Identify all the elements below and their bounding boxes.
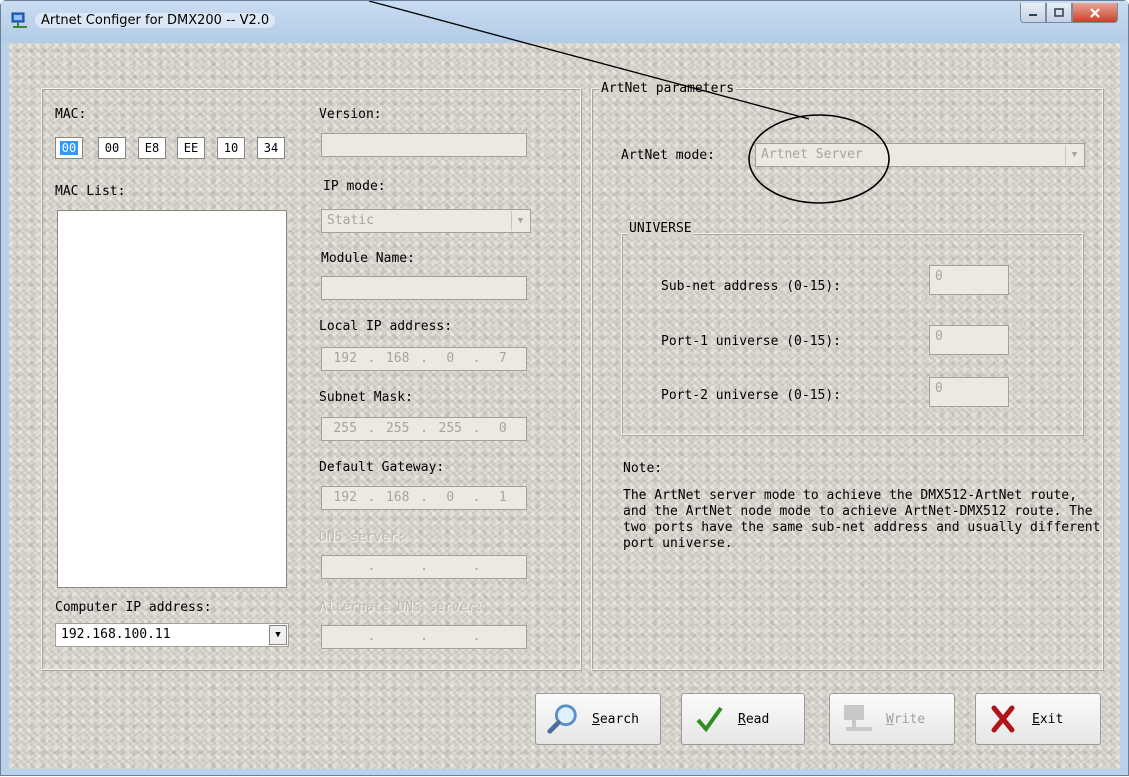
port2-universe-label: Port-2 universe (0-15): <box>661 388 842 403</box>
module-name-label: Module Name: <box>321 251 415 266</box>
mac-octet-3[interactable]: E8 <box>138 137 166 159</box>
read-label: Read <box>738 711 770 727</box>
default-gateway-label: Default Gateway: <box>319 460 445 475</box>
mac-octet-4[interactable]: EE <box>177 137 205 159</box>
computer-ip-label: Computer IP address: <box>55 600 212 615</box>
computer-ip-select[interactable]: 192.168.100.11 ▼ <box>55 623 289 647</box>
close-icon <box>1090 7 1100 18</box>
magnifier-icon <box>546 702 580 736</box>
ip-octet: 0 <box>446 351 455 366</box>
ip-octet: 0 <box>446 490 455 505</box>
maximize-icon <box>1054 7 1064 17</box>
version-label: Version: <box>319 107 382 122</box>
search-label: Search <box>592 711 639 727</box>
note-text: The ArtNet server mode to achieve the DM… <box>623 488 1101 551</box>
ip-octet: 255 <box>333 421 357 436</box>
ip-octet: 168 <box>385 490 410 505</box>
mac-label: MAC: <box>55 107 87 122</box>
mac-list[interactable] <box>57 210 287 588</box>
ip-octet: 7 <box>498 351 507 366</box>
minimize-button[interactable] <box>1020 3 1046 23</box>
mac-octet-1-text: 00 <box>59 141 79 155</box>
write-button[interactable]: Write <box>829 693 955 745</box>
mac-octet-6[interactable]: 34 <box>257 137 285 159</box>
ip-octet: 192 <box>333 351 357 366</box>
exit-label: Exit <box>1032 711 1064 727</box>
minimize-icon <box>1029 13 1037 16</box>
ip-octet: 0 <box>498 421 507 436</box>
window-title: Artnet Configer for DMX200 -- V2.0 <box>35 13 276 28</box>
subnet-address-field[interactable]: 0 <box>929 265 1009 295</box>
default-gateway-field: 192. 168. 0. 1 <box>321 486 527 510</box>
artnet-mode-select[interactable]: Artnet Server ▼ <box>755 143 1085 167</box>
computer-ip-value: 192.168.100.11 <box>61 627 171 642</box>
ip-mode-select[interactable]: Static ▼ <box>321 209 531 233</box>
mac-octet-5[interactable]: 10 <box>217 137 245 159</box>
artnet-mode-value: Artnet Server <box>761 147 863 162</box>
mac-octet-1[interactable]: 00 <box>55 137 83 159</box>
port1-universe-label: Port-1 universe (0-15): <box>661 334 842 349</box>
alt-dns-server-field: . . . <box>321 625 527 649</box>
exit-button[interactable]: Exit <box>975 693 1101 745</box>
mac-octet-2[interactable]: 00 <box>98 137 126 159</box>
maximize-button[interactable] <box>1046 3 1072 23</box>
subnet-mask-label: Subnet Mask: <box>319 390 413 405</box>
mac-list-label: MAC List: <box>55 184 126 199</box>
read-button[interactable]: Read <box>681 693 805 745</box>
ip-octet: 255 <box>438 421 462 436</box>
exit-x-icon <box>986 702 1020 736</box>
artnet-mode-label: ArtNet mode: <box>621 148 715 163</box>
chevron-down-icon[interactable]: ▼ <box>1065 145 1083 165</box>
dns-server-label: DNS server: <box>319 530 406 545</box>
chevron-down-icon[interactable]: ▼ <box>269 625 287 645</box>
module-name-field <box>321 276 527 300</box>
window-controls <box>1020 3 1118 23</box>
artnet-group-title: ArtNet parameters <box>599 81 737 96</box>
ip-mode-label: IP mode: <box>323 179 386 194</box>
universe-title: UNIVERSE <box>627 221 694 236</box>
app-window: Artnet Configer for DMX200 -- V2.0 MAC: … <box>0 0 1129 776</box>
ip-octet: 1 <box>498 490 507 505</box>
port2-universe-field[interactable]: 0 <box>929 377 1009 407</box>
client-area: MAC: 00 00 E8 EE 10 34 MAC List: Compute… <box>9 43 1120 769</box>
checkmark-icon <box>692 702 726 736</box>
network-app-icon <box>11 12 27 28</box>
local-ip-field: 192. 168. 0. 7 <box>321 347 527 371</box>
write-label: Write <box>886 711 926 727</box>
local-ip-label: Local IP address: <box>319 319 453 334</box>
chevron-down-icon[interactable]: ▼ <box>511 211 529 231</box>
subnet-address-label: Sub-net address (0-15): <box>661 279 842 294</box>
version-field <box>321 133 527 157</box>
search-button[interactable]: Search <box>535 693 661 745</box>
alt-dns-server-label: Alternate DNS server: <box>319 600 484 615</box>
network-computer-icon <box>840 702 874 736</box>
dns-server-field: . . . <box>321 555 527 579</box>
subnet-mask-field: 255. 255. 255. 0 <box>321 417 527 441</box>
ip-octet: 168 <box>385 351 410 366</box>
ip-mode-value: Static <box>327 213 374 228</box>
ip-octet: 255 <box>385 421 410 436</box>
note-label: Note: <box>623 461 663 476</box>
title-bar: Artnet Configer for DMX200 -- V2.0 <box>1 1 1128 43</box>
port1-universe-field[interactable]: 0 <box>929 325 1009 355</box>
close-button[interactable] <box>1072 3 1118 23</box>
ip-octet: 192 <box>333 490 357 505</box>
